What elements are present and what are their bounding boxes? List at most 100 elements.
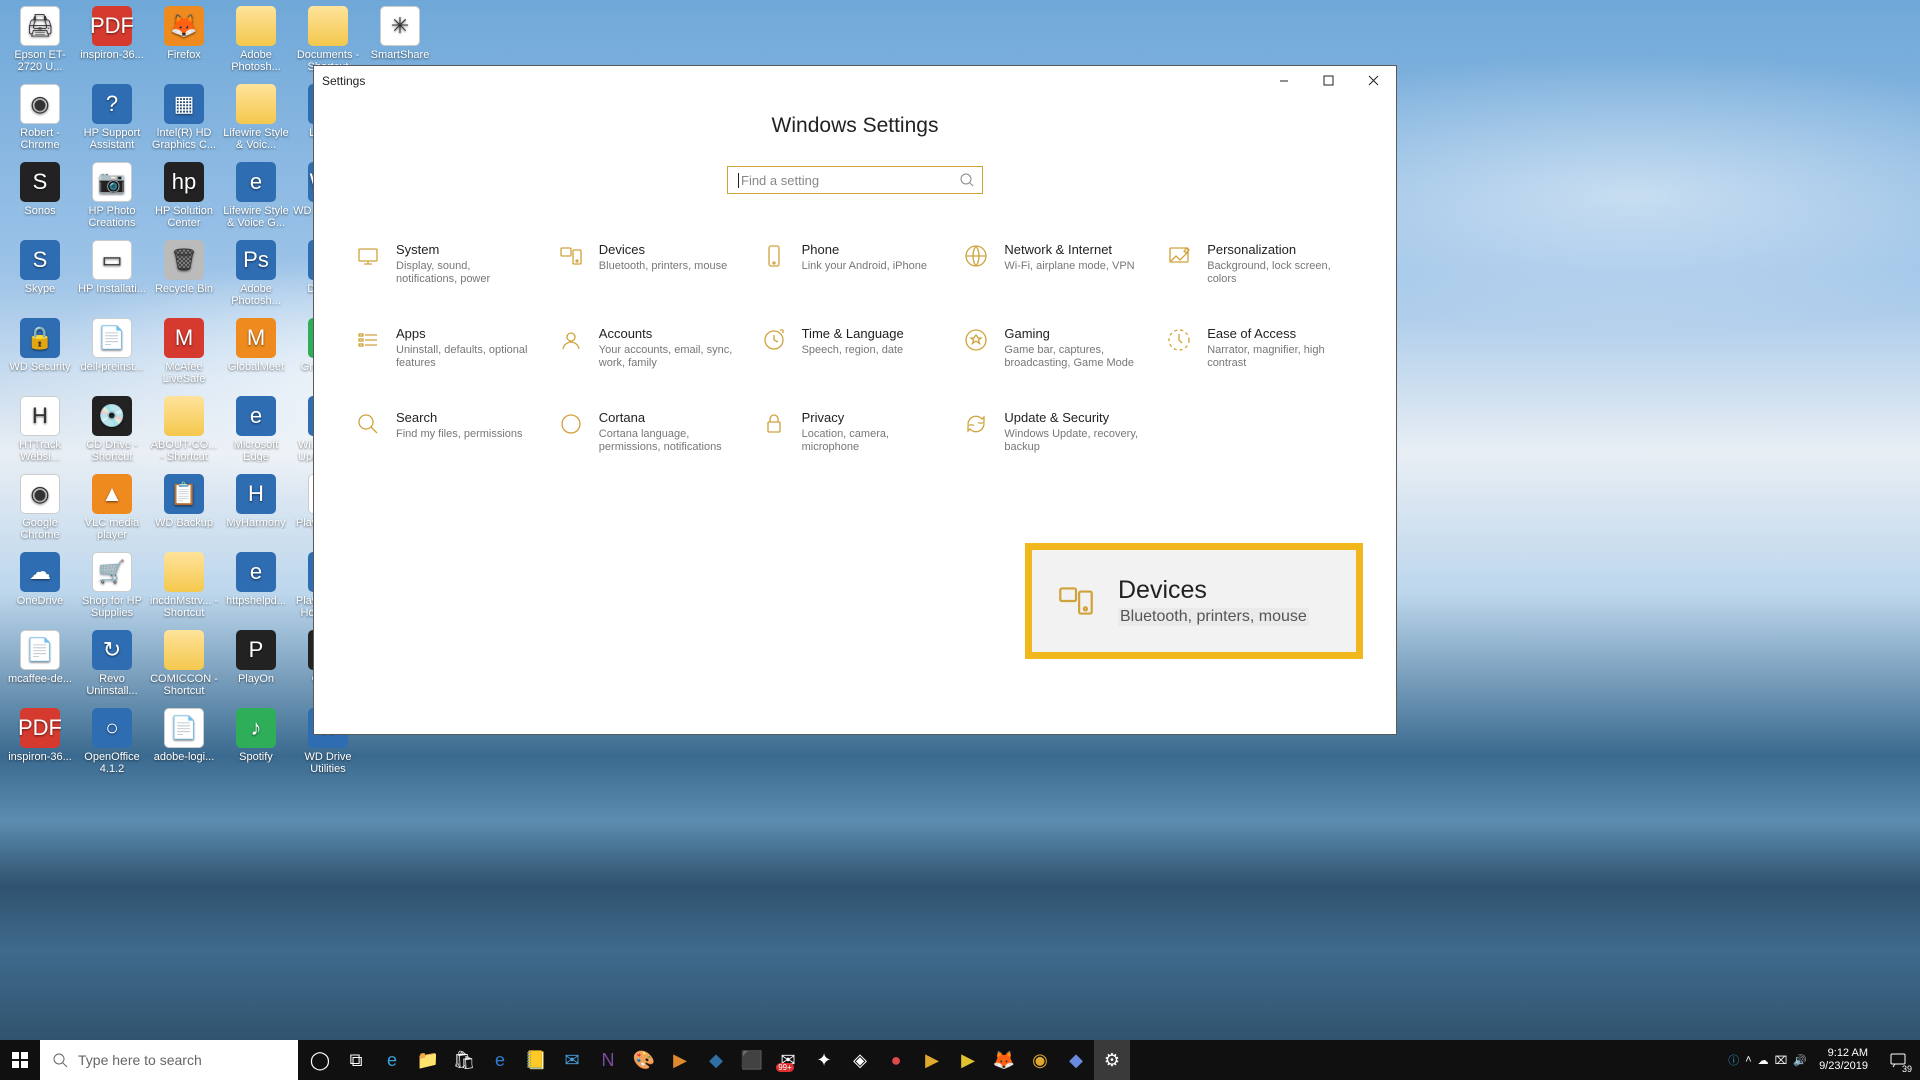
store-taskbar-icon[interactable]: 🛍: [446, 1040, 482, 1080]
category-personalization[interactable]: Personalization Background, lock screen,…: [1165, 242, 1356, 286]
desktop-icon[interactable]: 📄dell-preinst...: [76, 316, 148, 394]
desktop-icon[interactable]: eMicrosoft Edge: [220, 394, 292, 472]
category-system[interactable]: System Display, sound, notifications, po…: [354, 242, 545, 286]
desktop-icon[interactable]: 🛒Shop for HP Supplies: [76, 550, 148, 628]
plex-taskbar-icon[interactable]: ▶: [914, 1040, 950, 1080]
misc2-taskbar-icon[interactable]: ◈: [842, 1040, 878, 1080]
firefox-taskbar-icon[interactable]: 🦊: [986, 1040, 1022, 1080]
bluetooth-tray-icon[interactable]: ⌧: [1775, 1054, 1788, 1067]
desktop-icon[interactable]: 📷HP Photo Creations: [76, 160, 148, 238]
desktop-icon[interactable]: 🔒WD Security: [4, 316, 76, 394]
category-phone[interactable]: Phone Link your Android, iPhone: [760, 242, 951, 286]
paint-taskbar-icon[interactable]: 🎨: [626, 1040, 662, 1080]
desktop-icon[interactable]: hpHP Solution Center: [148, 160, 220, 238]
desktop-icon[interactable]: 🖨Epson ET-2720 U...: [4, 4, 76, 82]
misc3-taskbar-icon[interactable]: ◆: [1058, 1040, 1094, 1080]
edge-taskbar-icon[interactable]: e: [374, 1040, 410, 1080]
icon-label: Revo Uninstall...: [77, 673, 147, 697]
desktop-icon[interactable]: SSonos: [4, 160, 76, 238]
category-devices[interactable]: Devices Bluetooth, printers, mouse: [557, 242, 748, 286]
desktop-icon[interactable]: 💿CD Drive - Shortcut: [76, 394, 148, 472]
desktop-icon[interactable]: ?HP Support Assistant: [76, 82, 148, 160]
task-view-button[interactable]: ◯: [302, 1040, 338, 1080]
desktop-icon[interactable]: ▭HP Installati...: [76, 238, 148, 316]
media-taskbar-icon[interactable]: ▶: [662, 1040, 698, 1080]
desktop-icon[interactable]: 🦊Firefox: [148, 4, 220, 82]
mail-taskbar-icon[interactable]: ✉: [554, 1040, 590, 1080]
desktop-icon[interactable]: ↻Revo Uninstall...: [76, 628, 148, 706]
desktop-icon[interactable]: 🗑Recycle Bin: [148, 238, 220, 316]
minimize-button[interactable]: [1261, 66, 1306, 96]
desktop-icon[interactable]: incdnMstrv... - Shortcut: [148, 550, 220, 628]
category-update[interactable]: Update & Security Windows Update, recove…: [962, 410, 1153, 454]
misc1-taskbar-icon[interactable]: ✦: [806, 1040, 842, 1080]
category-desc: Your accounts, email, sync, work, family: [599, 344, 734, 370]
close-button[interactable]: [1351, 66, 1396, 96]
category-apps[interactable]: Apps Uninstall, defaults, optional featu…: [354, 326, 545, 370]
taskbar-clock[interactable]: 9:12 AM 9/23/2019: [1813, 1047, 1874, 1073]
start-button[interactable]: [0, 1040, 40, 1080]
obs-taskbar-icon[interactable]: ⬛: [734, 1040, 770, 1080]
desktop-icon[interactable]: 📄adobe-logi...: [148, 706, 220, 784]
desktop-icon[interactable]: ♪Spotify: [220, 706, 292, 784]
settings-taskbar-icon[interactable]: ⚙: [1094, 1040, 1130, 1080]
desktop-icon[interactable]: HHTTrack Websi...: [4, 394, 76, 472]
desktop-icon[interactable]: COMICCON - Shortcut: [148, 628, 220, 706]
desktop-icon[interactable]: 📄mcaffee-de...: [4, 628, 76, 706]
category-time[interactable]: Time & Language Speech, region, date: [760, 326, 951, 370]
category-gaming[interactable]: Gaming Game bar, captures, broadcasting,…: [962, 326, 1153, 370]
app-icon: ✳: [380, 6, 420, 46]
volume-tray-icon[interactable]: 🔊: [1793, 1054, 1807, 1067]
icon-label: PlayOn: [221, 673, 291, 685]
desktop-icon[interactable]: PPlayOn: [220, 628, 292, 706]
mailplus-taskbar-icon[interactable]: ✉99+: [770, 1040, 806, 1080]
desktop-icon[interactable]: Lifewire Style & Voic...: [220, 82, 292, 160]
desktop-icon[interactable]: MGlobalMeet: [220, 316, 292, 394]
timeline-button[interactable]: ⧉: [338, 1040, 374, 1080]
desktop-icon[interactable]: PDFinspiron-36...: [4, 706, 76, 784]
category-network[interactable]: Network & Internet Wi-Fi, airplane mode,…: [962, 242, 1153, 286]
chrome-taskbar-icon[interactable]: ◉: [1022, 1040, 1058, 1080]
category-search[interactable]: Search Find my files, permissions: [354, 410, 545, 454]
category-desc: Narrator, magnifier, high contrast: [1207, 344, 1342, 370]
desktop-icon[interactable]: ☁OneDrive: [4, 550, 76, 628]
desktop-icon[interactable]: SSkype: [4, 238, 76, 316]
desktop-icon[interactable]: PsAdobe Photosh...: [220, 238, 292, 316]
desktop-icon[interactable]: MMcAfee LiveSafe: [148, 316, 220, 394]
action-center-button[interactable]: 39: [1880, 1040, 1916, 1080]
settings-search-input[interactable]: Find a setting: [727, 166, 983, 194]
desktop-icon[interactable]: 📋WD Backup: [148, 472, 220, 550]
help-icon[interactable]: ⓘ: [1728, 1052, 1739, 1068]
tray-chevron-up-icon[interactable]: ˄: [1745, 1054, 1751, 1066]
category-cortana[interactable]: Cortana Cortana language, permissions, n…: [557, 410, 748, 454]
desktop-icon[interactable]: ◉Google Chrome: [4, 472, 76, 550]
desktop-icon[interactable]: ○OpenOffice 4.1.2: [76, 706, 148, 784]
category-ease[interactable]: Ease of Access Narrator, magnifier, high…: [1165, 326, 1356, 370]
desktop-icon[interactable]: eLifewire Style & Voice G...: [220, 160, 292, 238]
desktop-icon[interactable]: PDFinspiron-36...: [76, 4, 148, 82]
desktop-icon[interactable]: ABOUT-CO... - Shortcut: [148, 394, 220, 472]
icon-label: adobe-logi...: [149, 751, 219, 763]
icon-label: Spotify: [221, 751, 291, 763]
play-taskbar-icon[interactable]: ▶: [950, 1040, 986, 1080]
desktop-icon[interactable]: ◉Robert - Chrome: [4, 82, 76, 160]
ie-taskbar-icon[interactable]: e: [482, 1040, 518, 1080]
desktop-icon[interactable]: ▦Intel(R) HD Graphics C...: [148, 82, 220, 160]
desktop-icon[interactable]: ehttpshelpd...: [220, 550, 292, 628]
category-title: Privacy: [802, 410, 937, 425]
category-accounts[interactable]: Accounts Your accounts, email, sync, wor…: [557, 326, 748, 370]
desktop-icon[interactable]: ▲VLC media player: [76, 472, 148, 550]
taskbar-search-input[interactable]: Type here to search: [40, 1040, 298, 1080]
notes-taskbar-icon[interactable]: 📒: [518, 1040, 554, 1080]
titlebar[interactable]: Settings: [314, 66, 1396, 96]
desktop-icon[interactable]: Adobe Photosh...: [220, 4, 292, 82]
desktop-icon[interactable]: HMyHarmony: [220, 472, 292, 550]
onenote-taskbar-icon[interactable]: N: [590, 1040, 626, 1080]
category-privacy[interactable]: Privacy Location, camera, microphone: [760, 410, 951, 454]
maximize-button[interactable]: [1306, 66, 1351, 96]
file-explorer-taskbar-icon[interactable]: 📁: [410, 1040, 446, 1080]
steam-taskbar-icon[interactable]: ◆: [698, 1040, 734, 1080]
spotify-taskbar-icon[interactable]: ●: [878, 1040, 914, 1080]
onedrive-tray-icon[interactable]: ☁: [1758, 1054, 1769, 1067]
system-tray[interactable]: ⓘ ˄ ☁ ⌧ 🔊 9:12 AM 9/23/2019 39: [1728, 1040, 1920, 1080]
